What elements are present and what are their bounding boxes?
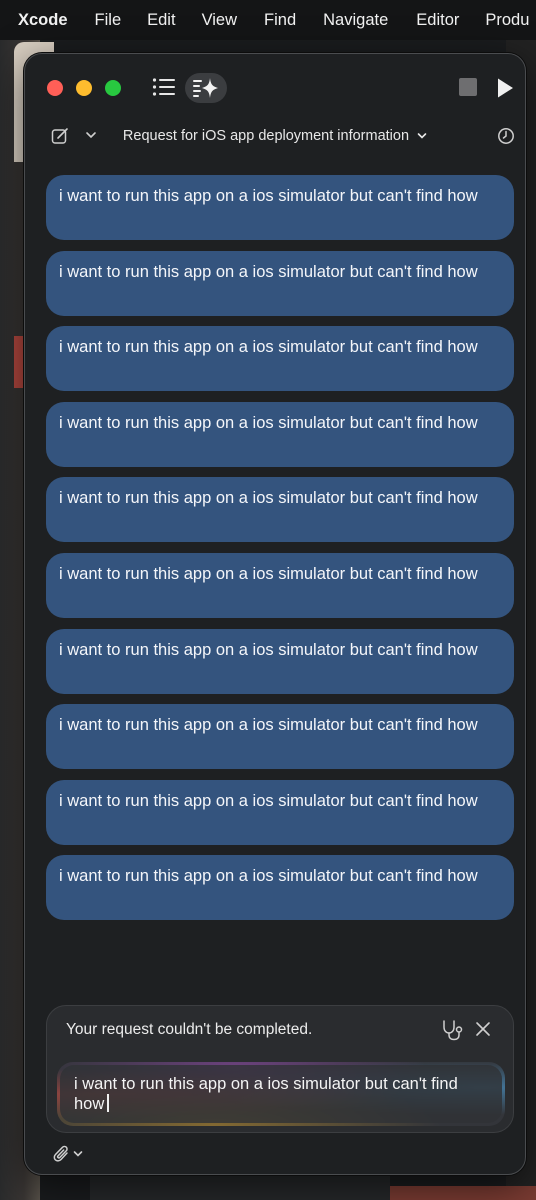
history-icon[interactable] (497, 127, 515, 145)
user-message: i want to run this app on a ios simulato… (46, 401, 514, 467)
user-message: i want to run this app on a ios simulato… (46, 704, 514, 770)
user-message: i want to run this app on a ios simulato… (46, 477, 514, 543)
chevron-down-icon[interactable] (73, 1150, 83, 1158)
message-list[interactable]: i want to run this app on a ios simulato… (46, 175, 514, 931)
error-message: Your request couldn't be completed. (66, 1021, 313, 1038)
close-window-button[interactable] (47, 80, 63, 96)
menu-find[interactable]: Find (264, 11, 296, 30)
user-message: i want to run this app on a ios simulato… (46, 326, 514, 392)
menu-editor[interactable]: Editor (416, 11, 459, 30)
prompt-input-glow: i want to run this app on a ios simulato… (57, 1062, 505, 1126)
list-icon[interactable] (152, 77, 176, 97)
user-message: i want to run this app on a ios simulato… (46, 628, 514, 694)
prompt-input-text: i want to run this app on a ios simulato… (74, 1075, 458, 1113)
user-message: i want to run this app on a ios simulato… (46, 250, 514, 316)
close-icon[interactable] (475, 1021, 491, 1037)
sparkle-icon (193, 78, 218, 98)
menu-edit[interactable]: Edit (147, 11, 175, 30)
paperclip-icon[interactable] (53, 1144, 71, 1164)
menu-product[interactable]: Produ (485, 11, 529, 30)
stethoscope-icon[interactable] (441, 1019, 465, 1041)
user-message: i want to run this app on a ios simulato… (46, 779, 514, 845)
prompt-input[interactable]: i want to run this app on a ios simulato… (60, 1065, 502, 1123)
menu-file[interactable]: File (95, 11, 122, 30)
minimize-window-button[interactable] (76, 80, 92, 96)
stop-icon[interactable] (459, 78, 477, 96)
text-caret (107, 1094, 110, 1112)
background-window-bottom-right (390, 1186, 536, 1200)
title-bar (25, 54, 525, 114)
user-message: i want to run this app on a ios simulato… (46, 552, 514, 618)
play-icon[interactable] (495, 77, 515, 99)
user-message: i want to run this app on a ios simulato… (46, 175, 514, 240)
menu-navigate[interactable]: Navigate (323, 11, 388, 30)
thread-title: Request for iOS app deployment informati… (122, 128, 410, 144)
menu-view[interactable]: View (202, 11, 237, 30)
user-message: i want to run this app on a ios simulato… (46, 855, 514, 921)
coding-assistant-window: Request for iOS app deployment informati… (24, 53, 526, 1175)
assistant-toggle-button[interactable] (185, 73, 227, 103)
chevron-down-icon (417, 133, 427, 139)
menu-bar: Xcode File Edit View Find Navigate Edito… (0, 0, 536, 40)
message-composer: Your request couldn't be completed. i wa… (46, 1005, 514, 1133)
zoom-window-button[interactable] (105, 80, 121, 96)
thread-title-dropdown[interactable]: Request for iOS app deployment informati… (25, 128, 525, 144)
conversation-toolbar: Request for iOS app deployment informati… (25, 116, 525, 158)
menu-xcode[interactable]: Xcode (18, 11, 68, 30)
